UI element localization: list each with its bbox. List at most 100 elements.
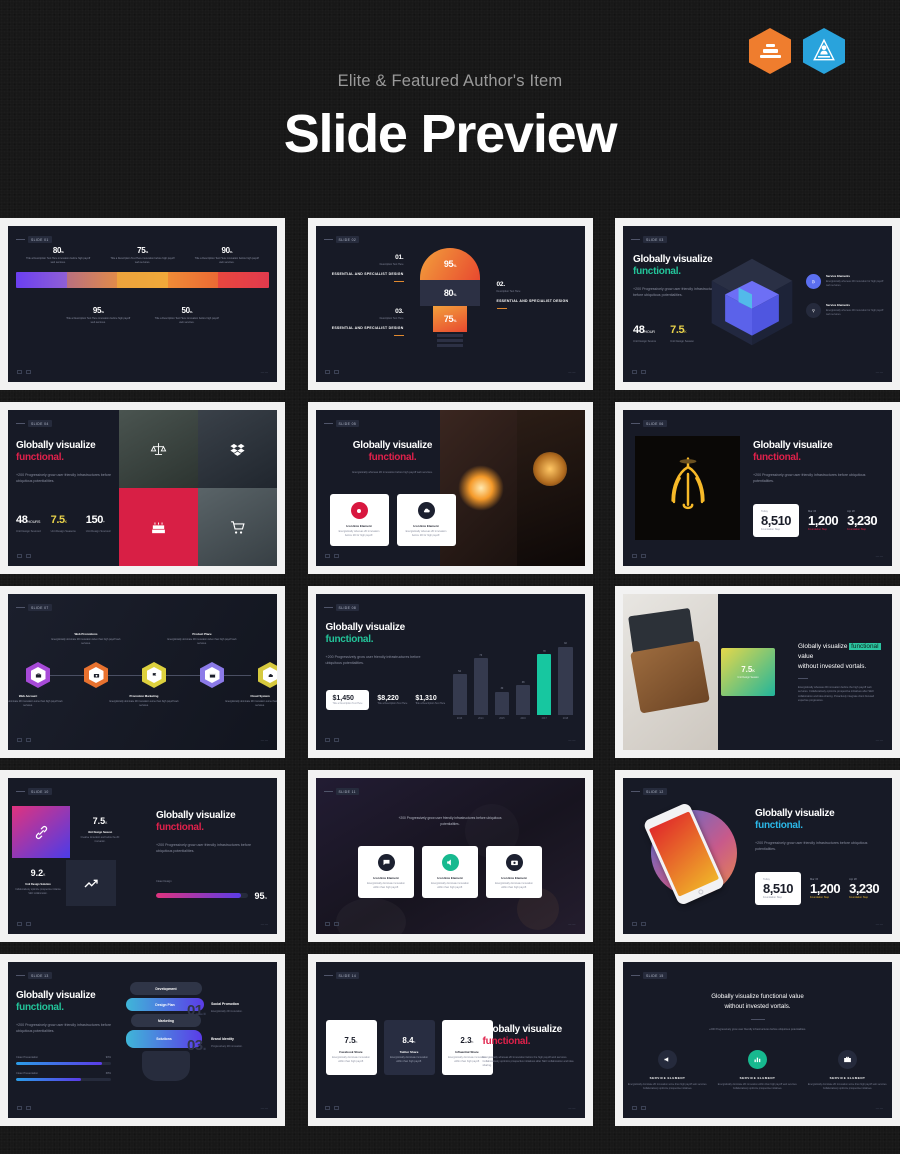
tile-cake[interactable] xyxy=(119,488,198,566)
timeline-bottom-labels: 95% Title a Description Text Here innova… xyxy=(16,306,269,326)
stat-card: $1,450 Title a Description Text Here xyxy=(325,690,370,710)
icon-card[interactable]: Icon Box Element Energistically whereas … xyxy=(329,494,389,546)
stat-item: 48HOURS Unit Design Sourced xyxy=(16,513,41,533)
slide-nav-arrows[interactable] xyxy=(632,1106,646,1110)
slide-6[interactable]: SLIDE 06 Globally visualize functional. … xyxy=(623,410,892,566)
stat-card[interactable]: 8.4K Twitter Share Energistically domina… xyxy=(383,1020,435,1075)
slide-frame-9[interactable]: 7.5K Unit Design Season Globally visuali… xyxy=(615,586,900,758)
slide-11[interactable]: SLIDE 11 +200 Progressively grow user fr… xyxy=(315,778,585,934)
slide-8[interactable]: SLIDE 08 Globally visualize functional. … xyxy=(315,594,585,750)
dark-tile xyxy=(66,860,116,906)
slide-nav-arrows[interactable] xyxy=(632,554,646,558)
service-item[interactable]: SERVICE ELEMENT Energistically dominate … xyxy=(806,1050,890,1092)
timeline-item: 50% Title a Description Text Here innova… xyxy=(143,306,232,326)
slide-frame-10[interactable]: SLIDE 10 7.5K Unit Design Season Creativ… xyxy=(0,770,285,942)
timeline-desc: Title a Description Text Here innovation… xyxy=(66,317,131,325)
link-icon xyxy=(35,825,47,839)
cloud-icon xyxy=(262,667,277,683)
slide-heading: Globally visualize functional. xyxy=(482,1024,563,1047)
flag-icon xyxy=(146,667,162,683)
slide-15[interactable]: SLIDE 15 Globally visualize functional v… xyxy=(623,962,892,1118)
slide-14[interactable]: SLIDE 14 7.5K Facebook Share Energistica… xyxy=(315,962,585,1118)
slide-13[interactable]: SLIDE 13 Globally visualize functional. … xyxy=(8,962,277,1118)
slide-10[interactable]: SLIDE 10 7.5K Unit Design Season Creativ… xyxy=(8,778,277,934)
icon-card[interactable]: Icon Box Element Energistically dominate… xyxy=(486,846,542,898)
slide-nav-arrows[interactable] xyxy=(17,554,31,558)
slide-footer-text: — — xyxy=(260,922,268,926)
service-item[interactable]: SERVICE ELEMENT Energistically dominate … xyxy=(716,1050,800,1092)
numbered-item: 01. Social Promotion Energistically 2D i… xyxy=(187,1002,243,1019)
bulb-value-1: 95% xyxy=(443,259,457,269)
megaphone-icon xyxy=(658,1050,677,1069)
slide-nav-arrows[interactable] xyxy=(17,738,31,742)
slide-frame-1[interactable]: SLIDE 01 80% Title a Description Text He… xyxy=(0,218,285,390)
slide-body: Energistically whereas 2D innovation bef… xyxy=(798,685,875,702)
slide-nav-arrows[interactable] xyxy=(324,370,339,374)
slide-frame-3[interactable]: SLIDE 03 Globally visualize functional. … xyxy=(615,218,900,390)
numbered-item: 03. Brand Identity Progressively 2D inno… xyxy=(187,1037,243,1054)
gradient-stat-card: 7.5K Unit Design Season xyxy=(721,648,775,696)
slide-frame-2[interactable]: SLIDE 02 01. Description Text Here ESSEN… xyxy=(307,218,593,390)
icon-card[interactable]: Icon Box Element Energistically whereas … xyxy=(396,494,456,546)
slide-frame-6[interactable]: SLIDE 06 Globally visualize functional. … xyxy=(615,402,900,574)
timeline-value: 50% xyxy=(181,306,193,315)
feature-item[interactable]: ⚲ Service Elements Energistically wherea… xyxy=(806,303,884,318)
slide-5[interactable]: SLIDE 05 Globally visualize functional. … xyxy=(315,410,585,566)
slide-frame-15[interactable]: SLIDE 15 Globally visualize functional v… xyxy=(615,954,900,1126)
slide-3[interactable]: SLIDE 03 Globally visualize functional. … xyxy=(623,226,892,382)
slide-4[interactable]: SLIDE 04 Globally visualize functional. … xyxy=(8,410,277,566)
slide-7[interactable]: SLIDE 07 Web AccountEnergistically domin… xyxy=(8,594,277,750)
slide-frame-5[interactable]: SLIDE 05 Globally visualize functional. … xyxy=(307,402,593,574)
tile-dropbox[interactable] xyxy=(198,410,277,488)
slide-footer-text: — — xyxy=(568,370,576,374)
slide-nav-arrows[interactable] xyxy=(324,554,339,558)
bar-column: 38 2016 xyxy=(516,642,531,720)
page-title: Slide Preview xyxy=(283,104,618,164)
item-title: ESSENTIAL AND SPECIALIST DESIGN xyxy=(331,272,404,276)
slide-footer-text: — — xyxy=(260,1106,268,1110)
tile-cart[interactable] xyxy=(198,488,277,566)
slide-frame-4[interactable]: SLIDE 04 Globally visualize functional. … xyxy=(0,402,285,574)
slide-nav-arrows[interactable] xyxy=(17,370,31,374)
item-index: 01. xyxy=(395,254,404,261)
gradient-timeline-bar xyxy=(16,272,269,288)
timeline-desc: Title a Description Text Here innovation… xyxy=(26,257,91,265)
stat-item: 48HOUR Unit Design Source xyxy=(633,323,657,343)
slide-photo xyxy=(439,410,585,566)
author-badges xyxy=(749,28,845,74)
slide-frame-11[interactable]: SLIDE 11 +200 Progressively grow user fr… xyxy=(307,770,593,942)
tile-scales[interactable] xyxy=(119,410,198,488)
slide-12[interactable]: SLIDE 12 Globally visualize functional. … xyxy=(623,778,892,934)
slide-body: +200 Progressively grow user friendly in… xyxy=(156,842,251,853)
slide-frame-12[interactable]: SLIDE 12 Globally visualize functional. … xyxy=(615,770,900,942)
item-sub: Description Text Here xyxy=(379,263,404,266)
slide-2[interactable]: SLIDE 02 01. Description Text Here ESSEN… xyxy=(315,226,585,382)
page-header: Elite & Featured Author's Item Slide Pre… xyxy=(0,0,900,210)
slide-nav-arrows[interactable] xyxy=(632,370,646,374)
slide-heading: Globally visualize functional. xyxy=(352,440,433,463)
slide-tag: SLIDE 12 xyxy=(631,788,667,795)
search-icon: ⚲ xyxy=(806,303,821,318)
slide-frame-7[interactable]: SLIDE 07 Web AccountEnergistically domin… xyxy=(0,586,285,758)
stat-item: 7.5K Unit Design Season xyxy=(670,323,694,343)
icon-card[interactable]: Icon Box Element Energistically dominate… xyxy=(422,846,478,898)
service-item[interactable]: SERVICE ELEMENT Energistically dominate … xyxy=(626,1050,710,1092)
stat-card[interactable]: 7.5K Facebook Share Energistically domin… xyxy=(325,1020,377,1075)
stat-item: Mar 15 1,200 Foundation Step xyxy=(810,877,841,899)
feature-item[interactable]: ₿ Service Elements Energistically wherea… xyxy=(806,274,884,289)
slide-footer-text: — — xyxy=(875,922,883,926)
slide-frame-14[interactable]: SLIDE 14 7.5K Facebook Share Energistica… xyxy=(307,954,593,1126)
slide-nav-arrows[interactable] xyxy=(17,1106,31,1110)
slide-body: +200 Progressively grow user friendly in… xyxy=(325,654,421,665)
icon-card[interactable]: Icon Box Element Energistically dominate… xyxy=(358,846,414,898)
slide-nav-arrows[interactable] xyxy=(324,738,339,742)
slide-1[interactable]: SLIDE 01 80% Title a Description Text He… xyxy=(8,226,277,382)
slide-nav-arrows[interactable] xyxy=(324,1106,339,1110)
slide-9[interactable]: 7.5K Unit Design Season Globally visuali… xyxy=(623,594,892,750)
slide-frame-8[interactable]: SLIDE 08 Globally visualize functional. … xyxy=(307,586,593,758)
slide-footer-text: — — xyxy=(260,738,268,742)
slide-frame-13[interactable]: SLIDE 13 Globally visualize functional. … xyxy=(0,954,285,1126)
slide-nav-arrows[interactable] xyxy=(324,922,339,926)
slide-nav-arrows[interactable] xyxy=(17,922,31,926)
slide-nav-arrows[interactable] xyxy=(632,922,646,926)
